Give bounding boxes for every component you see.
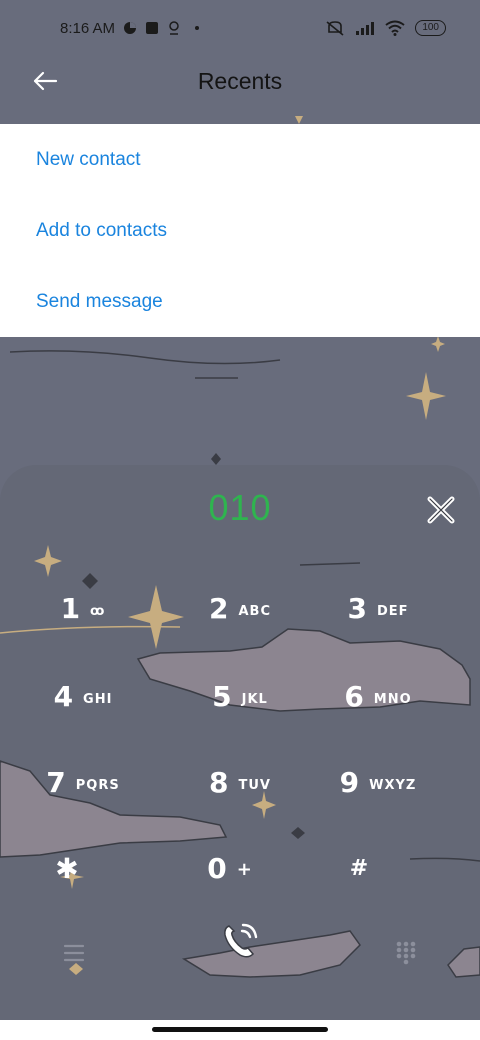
- data-saver-icon: [124, 22, 137, 34]
- key-digit: #: [349, 855, 369, 881]
- key-letters: PQRS: [75, 777, 120, 793]
- key-8[interactable]: 8 TUV: [165, 747, 315, 817]
- menu-icon: [63, 944, 85, 962]
- key-digit: 7: [46, 765, 66, 799]
- signal-icon: [356, 22, 375, 35]
- key-letters: JKL: [241, 691, 268, 707]
- menu-item-send-message[interactable]: Send message: [0, 266, 480, 337]
- dialed-number: 010: [208, 487, 272, 528]
- menu-button[interactable]: [44, 923, 104, 983]
- key-digit: 2: [209, 591, 229, 625]
- key-1[interactable]: 1 ꝏ: [8, 573, 158, 643]
- key-digit: 1: [60, 591, 81, 625]
- square-icon: [146, 22, 159, 34]
- key-7[interactable]: 7 PQRS: [8, 747, 158, 817]
- battery-indicator: 100: [415, 20, 446, 36]
- key-letters: +: [236, 858, 253, 880]
- key-2[interactable]: 2 ABC: [165, 573, 315, 643]
- header: Recents: [0, 56, 480, 124]
- key-digit: ✱: [55, 851, 79, 885]
- key-digit: 3: [347, 591, 367, 625]
- page-title: Recents: [197, 67, 283, 94]
- delete-button[interactable]: [418, 487, 464, 533]
- call-button[interactable]: [210, 911, 270, 971]
- wifi-icon: [385, 20, 405, 36]
- system-nav-bar: [0, 1020, 480, 1040]
- key-hash[interactable]: #: [284, 833, 434, 903]
- key-letters: MNO: [373, 691, 412, 707]
- location-icon: [169, 21, 179, 35]
- home-gesture-handle[interactable]: [152, 1027, 328, 1032]
- key-letters: GHI: [83, 691, 113, 707]
- dialpad-icon: [396, 941, 416, 965]
- key-0[interactable]: 0 +: [155, 833, 305, 903]
- muted-icon: [326, 21, 344, 36]
- dialpad-panel: 010 1 ꝏ 2 ABC 3 DEF 4 GHI 5 JKL 6 MNO 7 …: [0, 465, 480, 1020]
- key-star[interactable]: ✱: [0, 833, 142, 903]
- backspace-icon: [427, 496, 455, 524]
- status-time: 8:16 AM: [60, 19, 116, 37]
- menu-item-add-to-contacts[interactable]: Add to contacts: [0, 195, 480, 266]
- notification-dot-icon: [195, 26, 200, 30]
- arrow-left-icon: [33, 71, 58, 91]
- status-bar: 8:16 AM 100: [0, 0, 480, 56]
- key-4[interactable]: 4 GHI: [8, 661, 158, 731]
- key-digit: 0: [207, 851, 227, 885]
- phone-call-icon: [224, 923, 258, 958]
- voicemail-icon: ꝏ: [90, 603, 106, 619]
- dialpad-toggle-button[interactable]: [376, 923, 436, 983]
- key-3[interactable]: 3 DEF: [303, 573, 453, 643]
- context-menu: New contact Add to contacts Send message: [0, 124, 480, 337]
- key-5[interactable]: 5 JKL: [165, 661, 315, 731]
- key-letters: TUV: [238, 777, 271, 793]
- key-letters: ABC: [238, 603, 271, 619]
- back-button[interactable]: [28, 68, 62, 94]
- key-digit: 9: [339, 765, 360, 799]
- key-digit: 8: [209, 765, 229, 799]
- menu-item-new-contact[interactable]: New contact: [0, 124, 480, 195]
- key-digit: 5: [212, 679, 232, 713]
- key-6[interactable]: 6 MNO: [303, 661, 453, 731]
- key-letters: DEF: [376, 603, 409, 619]
- key-9[interactable]: 9 WXYZ: [303, 747, 453, 817]
- key-digit: 4: [53, 679, 74, 713]
- key-digit: 6: [344, 679, 364, 713]
- key-letters: WXYZ: [369, 777, 417, 793]
